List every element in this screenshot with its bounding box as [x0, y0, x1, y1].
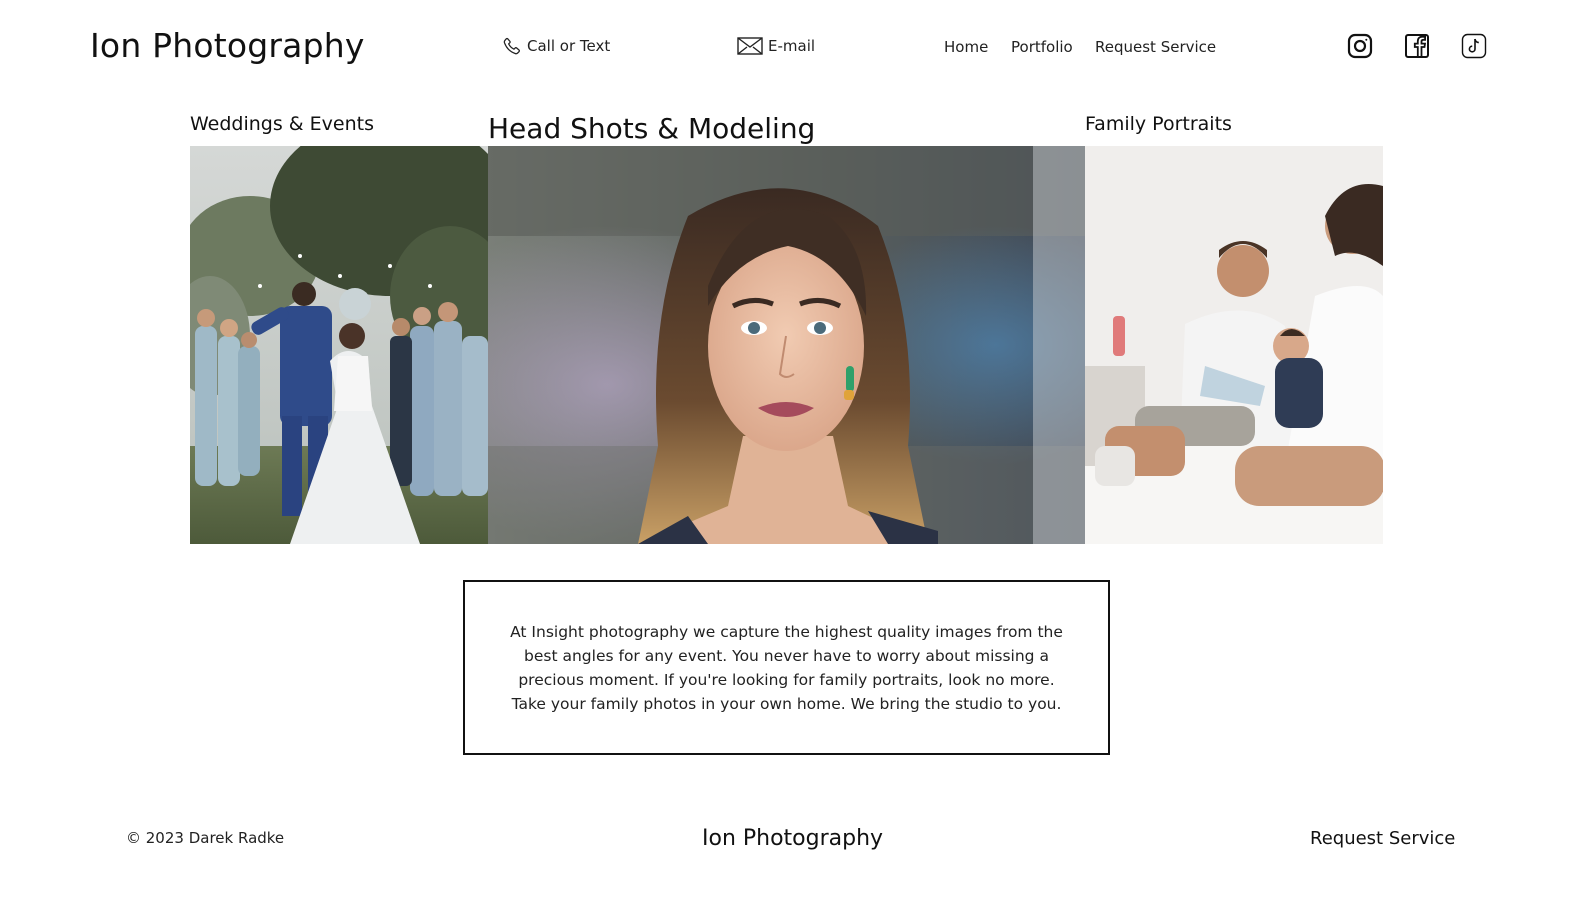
headshots-modeling-heading: Head Shots & Modeling: [488, 112, 816, 145]
nav-request-service[interactable]: Request Service: [1095, 38, 1216, 56]
weddings-events-heading: Weddings & Events: [190, 113, 374, 135]
site-logo[interactable]: Ion Photography: [90, 26, 365, 65]
tiktok-icon[interactable]: [1460, 32, 1488, 60]
call-or-text-link[interactable]: Call or Text: [502, 36, 610, 56]
family-photo[interactable]: [1085, 146, 1383, 544]
family-portraits-heading: Family Portraits: [1085, 113, 1232, 135]
call-or-text-label: Call or Text: [527, 37, 611, 55]
phone-icon: [502, 36, 522, 56]
email-link[interactable]: E-mail: [737, 36, 815, 56]
nav-home[interactable]: Home: [944, 38, 988, 56]
envelope-icon: [737, 36, 763, 56]
facebook-icon[interactable]: [1403, 32, 1431, 60]
email-label: E-mail: [768, 37, 816, 55]
about-section: At Insight photography we capture the hi…: [463, 580, 1110, 755]
nav-portfolio[interactable]: Portfolio: [1011, 38, 1073, 56]
footer-logo[interactable]: Ion Photography: [702, 826, 883, 851]
footer-request-service-link[interactable]: Request Service: [1310, 828, 1455, 849]
instagram-icon[interactable]: [1346, 32, 1374, 60]
about-text: At Insight photography we capture the hi…: [510, 622, 1063, 713]
headshot-photo[interactable]: [488, 146, 1085, 544]
wedding-photo[interactable]: [190, 146, 488, 544]
copyright-text: © 2023 Darek Radke: [126, 829, 285, 847]
